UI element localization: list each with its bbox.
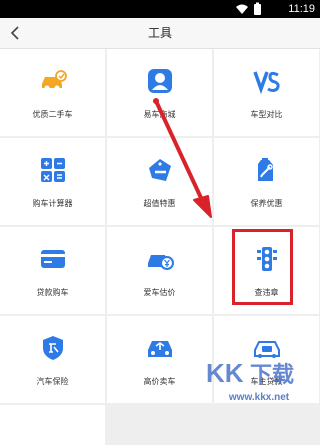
- credit-card-icon: [40, 250, 65, 268]
- car-valuation-icon: [147, 255, 174, 270]
- tool-label: 易车商城: [143, 110, 176, 119]
- status-time: 11:19: [288, 3, 315, 15]
- tool-label: 购车计算器: [32, 199, 73, 208]
- watermark-logo-icon: KK 下载: [206, 358, 294, 388]
- used-car-icon: [41, 70, 67, 91]
- svg-text:下载: 下载: [250, 362, 294, 387]
- status-bar: 11:19: [0, 0, 320, 18]
- watermark: KK 下载 www.kkx.net: [198, 352, 320, 427]
- highlight-box: [232, 229, 293, 305]
- tool-loan-purchase[interactable]: 贷款购车: [0, 227, 105, 314]
- calculator-icon: [40, 158, 65, 182]
- tool-label: 贷款购车: [36, 288, 69, 297]
- tool-compare[interactable]: 车型对比: [214, 49, 319, 136]
- tool-valuation[interactable]: 爱车估价: [107, 227, 212, 314]
- user-icon: [147, 69, 172, 93]
- sell-car-icon: [147, 341, 172, 357]
- nav-bar: 工具: [0, 18, 320, 49]
- insurance-shield-icon: [42, 336, 63, 360]
- tool-mall[interactable]: 易车商城: [107, 49, 212, 136]
- vs-icon: [252, 71, 280, 95]
- tool-cell-partial[interactable]: [0, 405, 105, 445]
- tool-sell-car[interactable]: 高价卖车: [107, 316, 212, 403]
- tool-label: 爱车估价: [143, 288, 176, 297]
- maintenance-icon: [257, 158, 273, 181]
- tool-label: 优质二手车: [32, 110, 73, 119]
- tool-maintenance[interactable]: 保养优惠: [214, 138, 319, 225]
- watermark-url: www.kkx.net: [228, 392, 290, 403]
- tool-insurance[interactable]: 汽车保险: [0, 316, 105, 403]
- tool-sale[interactable]: 超值特惠: [107, 138, 212, 225]
- tool-calculator[interactable]: 购车计算器: [0, 138, 105, 225]
- tool-used-car[interactable]: 优质二手车: [0, 49, 105, 136]
- svg-text:KK: KK: [206, 358, 244, 388]
- tool-label: 超值特惠: [143, 199, 176, 208]
- sale-tag-icon: [148, 159, 171, 181]
- signal-battery-icon: [236, 2, 261, 15]
- tool-label: 车型对比: [250, 110, 283, 119]
- tool-label: 保养优惠: [250, 199, 283, 208]
- tool-label: 高价卖车: [143, 377, 176, 386]
- tool-label: 汽车保险: [36, 377, 69, 386]
- page-title: 工具: [147, 26, 172, 40]
